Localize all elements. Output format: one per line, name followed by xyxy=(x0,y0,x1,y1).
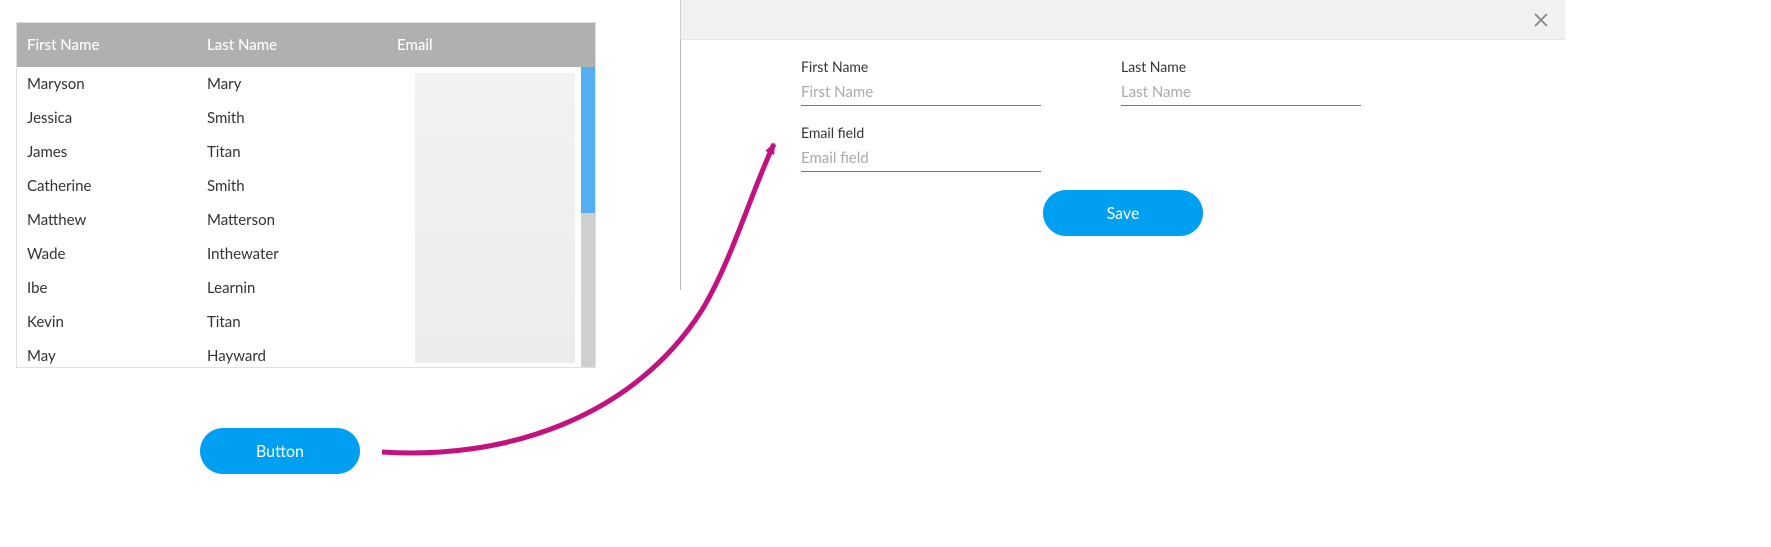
email-group: Email field xyxy=(801,124,1041,172)
form-left-border xyxy=(680,40,681,290)
cell-first-name: Jessica xyxy=(17,109,207,127)
cell-first-name: Kevin xyxy=(17,313,207,331)
header-last-name[interactable]: Last Name xyxy=(207,36,387,54)
cell-last-name: Matterson xyxy=(207,211,387,229)
cell-last-name: Hayward xyxy=(207,347,387,365)
cell-last-name: Titan xyxy=(207,313,387,331)
cell-last-name: Mary xyxy=(207,75,387,93)
table-header-row: First Name Last Name Email xyxy=(17,23,595,67)
last-name-input[interactable] xyxy=(1121,79,1361,106)
scrollbar-thumb[interactable] xyxy=(581,67,595,213)
cell-first-name: Maryson xyxy=(17,75,207,93)
table-row[interactable]: Kevin Titan xyxy=(17,305,595,339)
table-row[interactable]: Catherine Smith xyxy=(17,169,595,203)
table-row[interactable]: James Titan xyxy=(17,135,595,169)
form-body: First Name Last Name Email field Save xyxy=(681,40,1565,266)
cell-first-name: Ibe xyxy=(17,279,207,297)
first-name-label: First Name xyxy=(801,58,1041,75)
last-name-label: Last Name xyxy=(1121,58,1361,75)
main-button[interactable]: Button xyxy=(200,428,360,474)
cell-first-name: Wade xyxy=(17,245,207,263)
table-row[interactable]: May Hayward xyxy=(17,339,595,367)
cell-first-name: Catherine xyxy=(17,177,207,195)
edit-form-window: First Name Last Name Email field Save xyxy=(680,0,1565,266)
table-row[interactable]: Jessica Smith xyxy=(17,101,595,135)
first-name-input[interactable] xyxy=(801,79,1041,106)
cell-last-name: Learnin xyxy=(207,279,387,297)
form-titlebar xyxy=(681,0,1565,40)
cell-first-name: May xyxy=(17,347,207,365)
email-label: Email field xyxy=(801,124,1041,141)
cell-last-name: Inthewater xyxy=(207,245,387,263)
table-row[interactable]: Maryson Mary xyxy=(17,67,595,101)
cell-first-name: Matthew xyxy=(17,211,207,229)
header-first-name[interactable]: First Name xyxy=(17,36,207,54)
header-email[interactable]: Email xyxy=(387,36,595,54)
cell-last-name: Titan xyxy=(207,143,387,161)
email-input[interactable] xyxy=(801,145,1041,172)
cell-first-name: James xyxy=(17,143,207,161)
save-button[interactable]: Save xyxy=(1043,190,1203,236)
cell-last-name: Smith xyxy=(207,109,387,127)
last-name-group: Last Name xyxy=(1121,58,1361,106)
table-row[interactable]: Ibe Learnin xyxy=(17,271,595,305)
table-row[interactable]: Wade Inthewater xyxy=(17,237,595,271)
cell-last-name: Smith xyxy=(207,177,387,195)
people-table: First Name Last Name Email Maryson Mary … xyxy=(16,22,596,368)
table-row[interactable]: Matthew Matterson xyxy=(17,203,595,237)
table-body[interactable]: Maryson Mary Jessica Smith James Titan C… xyxy=(17,67,595,367)
close-icon[interactable] xyxy=(1531,10,1551,30)
first-name-group: First Name xyxy=(801,58,1041,106)
